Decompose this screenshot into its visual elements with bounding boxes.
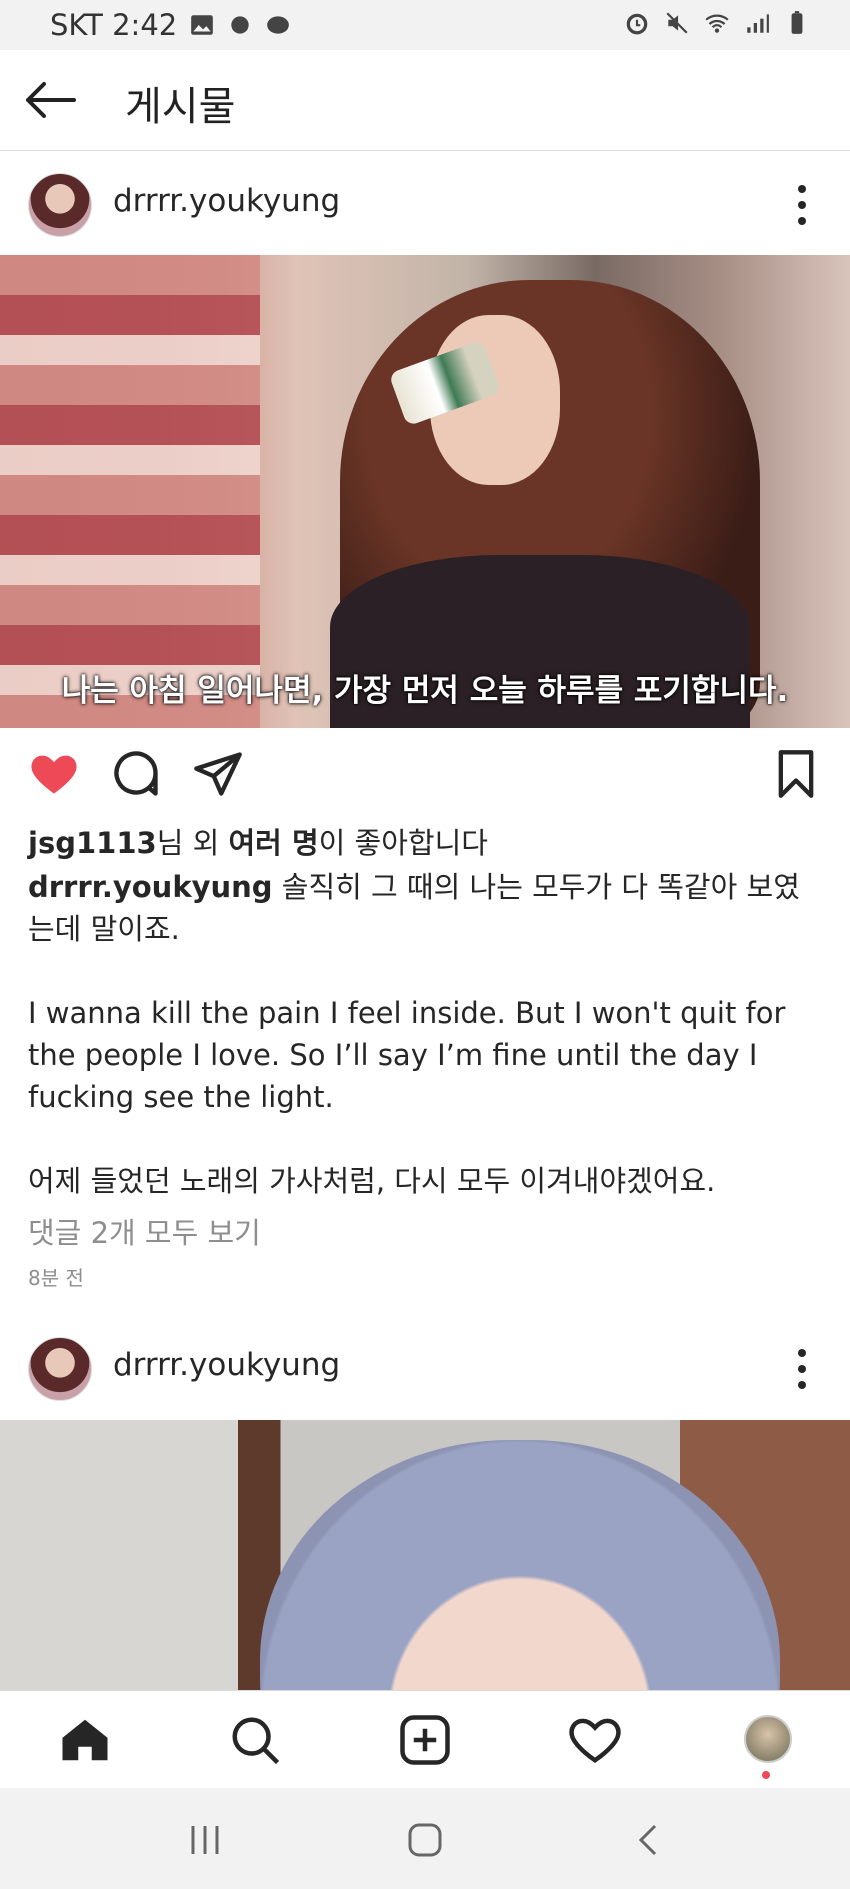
post-actions xyxy=(0,740,850,810)
post-caption: drrrr.youkyung 솔직히 그 때의 나는 모두가 다 똑같아 보였는… xyxy=(28,866,818,1202)
more-options-icon[interactable] xyxy=(792,1345,812,1393)
post-header: drrrr.youkyung xyxy=(0,151,850,256)
likes-others[interactable]: 여러 명 xyxy=(228,826,318,860)
system-back-icon[interactable] xyxy=(627,1818,671,1862)
gallery-icon xyxy=(191,15,214,35)
caption-username[interactable]: drrrr.youkyung xyxy=(28,870,273,904)
new-post-icon[interactable] xyxy=(398,1713,452,1767)
recent-apps-icon[interactable] xyxy=(183,1818,227,1862)
status-bar: SKT 2:42 xyxy=(0,0,850,50)
post-photo-2[interactable] xyxy=(0,1420,850,1690)
post-photo[interactable]: 나는 아침 일어나면, 가장 먼저 오늘 하루를 포기합니다. xyxy=(0,255,850,728)
share-icon[interactable] xyxy=(192,748,244,800)
back-arrow-icon[interactable] xyxy=(22,78,78,122)
app-header: 게시물 xyxy=(0,50,850,151)
likes-user[interactable]: jsg1113 xyxy=(28,826,157,860)
photo-subtitle: 나는 아침 일어나면, 가장 먼저 오늘 하루를 포기합니다. xyxy=(61,673,789,709)
photo-person-hair xyxy=(260,1440,780,1690)
bookmark-icon[interactable] xyxy=(770,748,822,800)
likes-mid: 님 외 xyxy=(156,826,229,860)
search-icon[interactable] xyxy=(228,1713,282,1767)
more-options-icon[interactable] xyxy=(792,181,812,229)
wifi-icon xyxy=(705,14,729,33)
likes-summary[interactable]: jsg1113님 외 여러 명이 좋아합니다 xyxy=(28,820,488,862)
chat-notification-icon xyxy=(267,16,290,34)
post-header-2: drrrr.youkyung xyxy=(0,1315,850,1420)
post-timestamp: 8분 전 xyxy=(28,1266,84,1290)
alarm-icon xyxy=(626,13,648,35)
caption-paragraph-2: I wanna kill the pain I feel inside. But… xyxy=(28,996,786,1114)
battery-icon xyxy=(791,11,803,34)
status-left: SKT 2:42 xyxy=(50,8,291,42)
post-username[interactable]: drrrr.youkyung xyxy=(113,183,340,219)
carrier-time: SKT 2:42 xyxy=(50,8,178,42)
home-icon[interactable] xyxy=(58,1713,112,1767)
comment-icon[interactable] xyxy=(110,748,162,800)
page-title: 게시물 xyxy=(125,84,236,130)
activity-heart-icon[interactable] xyxy=(568,1713,622,1767)
signal-icon xyxy=(747,14,769,33)
likes-suffix: 이 좋아합니다 xyxy=(318,826,488,860)
app-notification-icon xyxy=(231,16,249,34)
caption-paragraph-3: 어제 들었던 노래의 가사처럼, 다시 모두 이겨내야겠어요. xyxy=(28,1164,716,1198)
system-nav-bar xyxy=(0,1788,850,1889)
status-right xyxy=(624,10,810,36)
bottom-nav xyxy=(0,1690,850,1789)
avatar[interactable] xyxy=(28,1337,92,1401)
profile-avatar[interactable] xyxy=(744,1715,792,1763)
view-all-comments-link[interactable]: 댓글 2개 모두 보기 xyxy=(28,1210,261,1252)
notification-dot xyxy=(762,1771,770,1779)
avatar[interactable] xyxy=(28,173,92,237)
mute-icon xyxy=(666,12,688,34)
photo-background-shelf xyxy=(0,255,260,728)
post-username[interactable]: drrrr.youkyung xyxy=(113,1347,340,1383)
like-heart-icon[interactable] xyxy=(28,748,80,800)
home-button-icon[interactable] xyxy=(403,1818,447,1862)
